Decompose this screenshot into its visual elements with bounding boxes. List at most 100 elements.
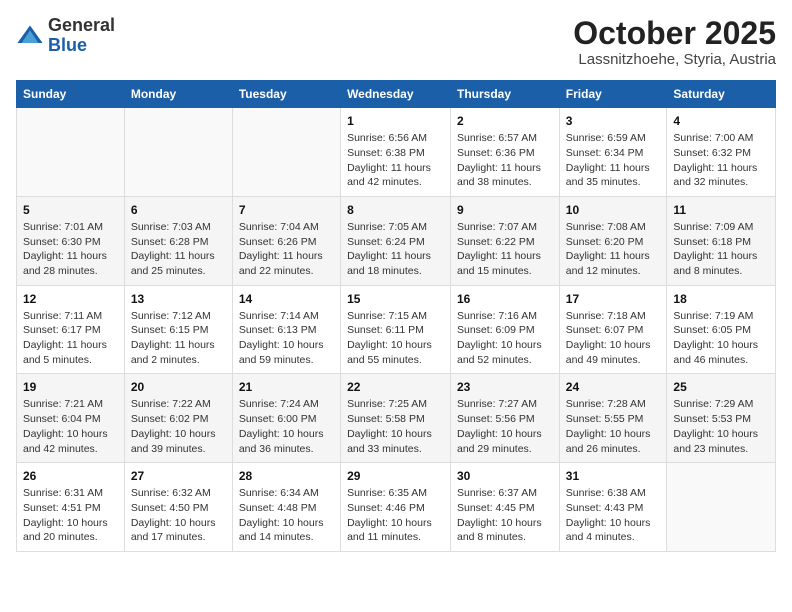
day-info: Sunrise: 7:19 AM Sunset: 6:05 PM Dayligh…: [673, 309, 769, 368]
logo-general-text: General: [48, 15, 115, 35]
day-info: Sunrise: 7:11 AM Sunset: 6:17 PM Dayligh…: [23, 309, 118, 368]
day-number: 1: [347, 114, 444, 128]
day-info: Sunrise: 7:22 AM Sunset: 6:02 PM Dayligh…: [131, 397, 226, 456]
calendar-cell: 4 Sunrise: 7:00 AM Sunset: 6:32 PM Daylig…: [667, 108, 776, 197]
calendar-cell: 18 Sunrise: 7:19 AM Sunset: 6:05 PM Dayli…: [667, 285, 776, 374]
day-number: 8: [347, 203, 444, 217]
day-info: Sunrise: 7:07 AM Sunset: 6:22 PM Dayligh…: [457, 220, 553, 279]
day-number: 29: [347, 469, 444, 483]
col-friday: Friday: [559, 81, 667, 108]
day-info: Sunrise: 7:21 AM Sunset: 6:04 PM Dayligh…: [23, 397, 118, 456]
calendar-cell: 15 Sunrise: 7:15 AM Sunset: 6:11 PM Dayli…: [341, 285, 451, 374]
calendar-cell: 1 Sunrise: 6:56 AM Sunset: 6:38 PM Daylig…: [341, 108, 451, 197]
day-info: Sunrise: 6:59 AM Sunset: 6:34 PM Dayligh…: [566, 131, 661, 190]
day-number: 27: [131, 469, 226, 483]
calendar-table: Sunday Monday Tuesday Wednesday Thursday…: [16, 80, 776, 552]
calendar-header-row: Sunday Monday Tuesday Wednesday Thursday…: [17, 81, 776, 108]
calendar-cell: 14Sunrise: 7:14 AM Sunset: 6:13 PM Dayli…: [232, 285, 340, 374]
day-number: 19: [23, 380, 118, 394]
day-info: Sunrise: 6:34 AM Sunset: 4:48 PM Dayligh…: [239, 486, 334, 545]
day-number: 24: [566, 380, 661, 394]
day-info: Sunrise: 7:08 AM Sunset: 6:20 PM Dayligh…: [566, 220, 661, 279]
day-info: Sunrise: 7:09 AM Sunset: 6:18 PM Dayligh…: [673, 220, 769, 279]
calendar-cell: 12 Sunrise: 7:11 AM Sunset: 6:17 PM Dayli…: [17, 285, 125, 374]
calendar-week-row: 5Sunrise: 7:01 AM Sunset: 6:30 PM Daylig…: [17, 196, 776, 285]
day-number: 6: [131, 203, 226, 217]
calendar-cell: 23 Sunrise: 7:27 AM Sunset: 5:56 PM Dayli…: [451, 374, 560, 463]
day-info: Sunrise: 6:56 AM Sunset: 6:38 PM Dayligh…: [347, 131, 444, 190]
calendar-cell: 2Sunrise: 6:57 AM Sunset: 6:36 PM Daylig…: [451, 108, 560, 197]
day-info: Sunrise: 7:04 AM Sunset: 6:26 PM Dayligh…: [239, 220, 334, 279]
day-number: 4: [673, 114, 769, 128]
calendar-cell: 6 Sunrise: 7:03 AM Sunset: 6:28 PM Daylig…: [124, 196, 232, 285]
calendar-cell: 20 Sunrise: 7:22 AM Sunset: 6:02 PM Dayli…: [124, 374, 232, 463]
day-number: 22: [347, 380, 444, 394]
day-number: 30: [457, 469, 553, 483]
page-title: October 2025: [573, 16, 776, 51]
title-block: October 2025 Lassnitzhoehe, Styria, Aust…: [573, 16, 776, 68]
calendar-cell: [124, 108, 232, 197]
day-info: Sunrise: 7:27 AM Sunset: 5:56 PM Dayligh…: [457, 397, 553, 456]
calendar-cell: 9Sunrise: 7:07 AM Sunset: 6:22 PM Daylig…: [451, 196, 560, 285]
logo: General Blue: [16, 16, 115, 56]
day-info: Sunrise: 7:16 AM Sunset: 6:09 PM Dayligh…: [457, 309, 553, 368]
logo-icon: [16, 22, 44, 50]
day-info: Sunrise: 7:03 AM Sunset: 6:28 PM Dayligh…: [131, 220, 226, 279]
calendar-week-row: 19 Sunrise: 7:21 AM Sunset: 6:04 PM Dayli…: [17, 374, 776, 463]
day-info: Sunrise: 7:28 AM Sunset: 5:55 PM Dayligh…: [566, 397, 661, 456]
day-number: 12: [23, 292, 118, 306]
col-tuesday: Tuesday: [232, 81, 340, 108]
day-info: Sunrise: 6:31 AM Sunset: 4:51 PM Dayligh…: [23, 486, 118, 545]
calendar-cell: 16 Sunrise: 7:16 AM Sunset: 6:09 PM Dayli…: [451, 285, 560, 374]
col-monday: Monday: [124, 81, 232, 108]
calendar-cell: 30Sunrise: 6:37 AM Sunset: 4:45 PM Dayli…: [451, 463, 560, 552]
calendar-cell: 17Sunrise: 7:18 AM Sunset: 6:07 PM Dayli…: [559, 285, 667, 374]
calendar-cell: [667, 463, 776, 552]
day-number: 7: [239, 203, 334, 217]
calendar-cell: 3 Sunrise: 6:59 AM Sunset: 6:34 PM Daylig…: [559, 108, 667, 197]
logo-blue-text: Blue: [48, 35, 87, 55]
calendar-cell: [232, 108, 340, 197]
calendar-cell: 27Sunrise: 6:32 AM Sunset: 4:50 PM Dayli…: [124, 463, 232, 552]
calendar-cell: 24 Sunrise: 7:28 AM Sunset: 5:55 PM Dayli…: [559, 374, 667, 463]
day-info: Sunrise: 7:05 AM Sunset: 6:24 PM Dayligh…: [347, 220, 444, 279]
col-sunday: Sunday: [17, 81, 125, 108]
calendar-cell: 5Sunrise: 7:01 AM Sunset: 6:30 PM Daylig…: [17, 196, 125, 285]
day-info: Sunrise: 7:18 AM Sunset: 6:07 PM Dayligh…: [566, 309, 661, 368]
day-number: 2: [457, 114, 553, 128]
calendar-cell: 21 Sunrise: 7:24 AM Sunset: 6:00 PM Dayli…: [232, 374, 340, 463]
calendar-cell: 8 Sunrise: 7:05 AM Sunset: 6:24 PM Daylig…: [341, 196, 451, 285]
day-info: Sunrise: 7:15 AM Sunset: 6:11 PM Dayligh…: [347, 309, 444, 368]
day-number: 10: [566, 203, 661, 217]
day-info: Sunrise: 7:29 AM Sunset: 5:53 PM Dayligh…: [673, 397, 769, 456]
calendar-cell: 10 Sunrise: 7:08 AM Sunset: 6:20 PM Dayli…: [559, 196, 667, 285]
calendar-cell: 29 Sunrise: 6:35 AM Sunset: 4:46 PM Dayli…: [341, 463, 451, 552]
day-number: 11: [673, 203, 769, 217]
calendar-cell: 31Sunrise: 6:38 AM Sunset: 4:43 PM Dayli…: [559, 463, 667, 552]
calendar-cell: [17, 108, 125, 197]
calendar-cell: 25Sunrise: 7:29 AM Sunset: 5:53 PM Dayli…: [667, 374, 776, 463]
day-info: Sunrise: 6:35 AM Sunset: 4:46 PM Dayligh…: [347, 486, 444, 545]
day-number: 18: [673, 292, 769, 306]
day-number: 13: [131, 292, 226, 306]
calendar-cell: 28Sunrise: 6:34 AM Sunset: 4:48 PM Dayli…: [232, 463, 340, 552]
calendar-cell: 11 Sunrise: 7:09 AM Sunset: 6:18 PM Dayli…: [667, 196, 776, 285]
day-info: Sunrise: 7:24 AM Sunset: 6:00 PM Dayligh…: [239, 397, 334, 456]
day-info: Sunrise: 7:12 AM Sunset: 6:15 PM Dayligh…: [131, 309, 226, 368]
day-info: Sunrise: 7:00 AM Sunset: 6:32 PM Dayligh…: [673, 131, 769, 190]
day-number: 16: [457, 292, 553, 306]
day-number: 14: [239, 292, 334, 306]
day-number: 23: [457, 380, 553, 394]
calendar-week-row: 12 Sunrise: 7:11 AM Sunset: 6:17 PM Dayli…: [17, 285, 776, 374]
col-saturday: Saturday: [667, 81, 776, 108]
day-number: 3: [566, 114, 661, 128]
calendar-cell: 19 Sunrise: 7:21 AM Sunset: 6:04 PM Dayli…: [17, 374, 125, 463]
col-thursday: Thursday: [451, 81, 560, 108]
day-number: 20: [131, 380, 226, 394]
day-number: 31: [566, 469, 661, 483]
day-number: 26: [23, 469, 118, 483]
day-info: Sunrise: 7:01 AM Sunset: 6:30 PM Dayligh…: [23, 220, 118, 279]
page-subtitle: Lassnitzhoehe, Styria, Austria: [573, 51, 776, 68]
day-number: 15: [347, 292, 444, 306]
day-number: 21: [239, 380, 334, 394]
